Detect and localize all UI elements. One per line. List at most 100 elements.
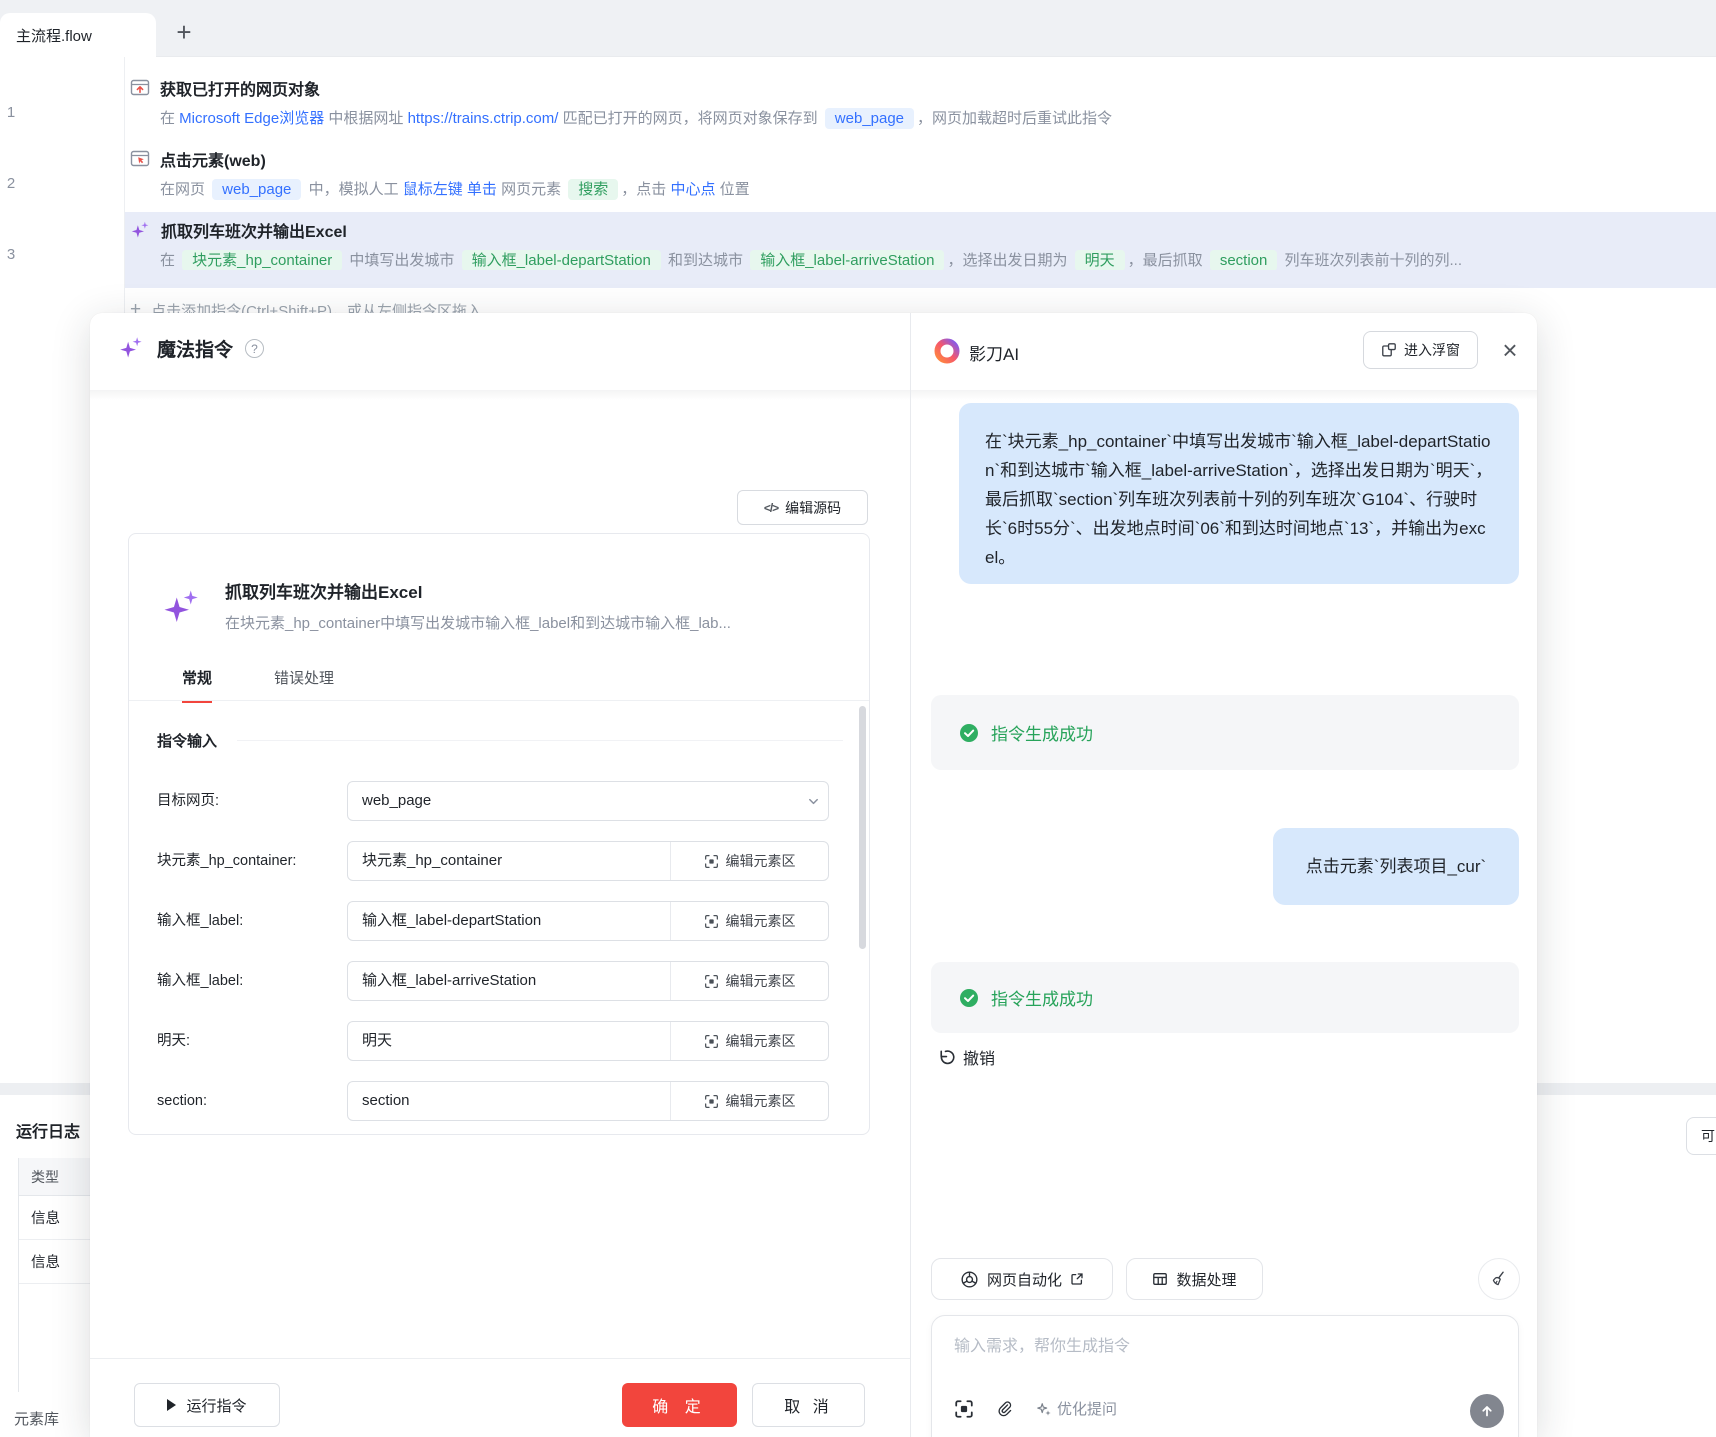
element-frame-icon	[704, 1034, 719, 1049]
confirm-button[interactable]: 确 定	[622, 1383, 737, 1427]
enter-float-window-button[interactable]: 进入浮窗	[1363, 331, 1478, 369]
element-pill[interactable]: 输入框_label-departStation	[462, 250, 661, 270]
edit-element-zone-button[interactable]: 编辑元素区	[670, 1082, 828, 1120]
tabs-divider	[129, 700, 869, 701]
broom-icon	[1490, 1270, 1508, 1288]
external-link-icon	[1070, 1272, 1084, 1286]
section-label: 指令输入	[157, 730, 217, 751]
send-button[interactable]	[1470, 1394, 1504, 1428]
run-log-title: 运行日志	[16, 1118, 80, 1142]
element-pill[interactable]: section	[1210, 250, 1278, 270]
click-element-icon	[130, 149, 150, 169]
plus-icon: +	[176, 17, 191, 48]
edit-element-zone-button[interactable]: 编辑元素区	[670, 962, 828, 1000]
element-frame-icon	[704, 854, 719, 869]
card-tabs: 常规 错误处理	[182, 667, 334, 703]
tomorrow-input[interactable]: 明天 编辑元素区	[347, 1021, 829, 1061]
card-header: 抓取列车班次并输出Excel 在块元素_hp_container中填写出发城市输…	[161, 578, 825, 633]
element-pill[interactable]: 明天	[1075, 250, 1125, 270]
optimize-question-button[interactable]: 优化提问	[1036, 1398, 1117, 1419]
open-webpage-icon	[130, 78, 150, 98]
step-1-desc: 在 Microsoft Edge浏览器 中根据网址 https://trains…	[160, 107, 1112, 128]
run-instruction-button[interactable]: 运行指令	[134, 1383, 280, 1427]
web-automation-button[interactable]: 网页自动化	[931, 1258, 1113, 1300]
block-element-input[interactable]: 块元素_hp_container 编辑元素区	[347, 841, 829, 881]
play-icon	[167, 1399, 176, 1411]
card-scrollbar[interactable]	[859, 706, 866, 949]
card-title: 抓取列车班次并输出Excel	[225, 578, 825, 603]
line-number-3: 3	[0, 246, 22, 263]
flow-step-2[interactable]: 点击元素(web) 在网页 web_page 中，模拟人工 鼠标左键 单击 网页…	[130, 147, 750, 199]
help-icon[interactable]: ?	[245, 339, 264, 358]
undo-icon	[936, 1048, 955, 1067]
capture-element-icon[interactable]	[954, 1399, 974, 1419]
app-window: 主流程.flow + 1 2 3 获取已打开的网页对象 在 Microsoft …	[0, 0, 1716, 1437]
user-message-bubble: 点击元素`列表项目_cur`	[1273, 828, 1519, 905]
footer-divider	[90, 1358, 910, 1359]
cancel-button[interactable]: 取 消	[752, 1383, 865, 1427]
ai-header: 影刀AI 进入浮窗 ×	[911, 313, 1537, 390]
element-frame-icon	[704, 914, 719, 929]
field-label-depart-input: 输入框_label:	[157, 901, 243, 941]
chrome-icon	[960, 1270, 979, 1289]
arrive-station-input[interactable]: 输入框_label-arriveStation 编辑元素区	[347, 961, 829, 1001]
step-2-desc: 在网页 web_page 中，模拟人工 鼠标左键 单击 网页元素 搜索，点击 中…	[160, 178, 750, 199]
data-processing-button[interactable]: 数据处理	[1126, 1258, 1263, 1300]
gutter-divider	[124, 57, 125, 313]
instruction-card: 抓取列车班次并输出Excel 在块元素_hp_container中填写出发城市输…	[128, 533, 870, 1135]
flow-step-3[interactable]: 抓取列车班次并输出Excel 在 块元素_hp_container 中填写出发城…	[130, 218, 1716, 270]
sparkle-icon	[1036, 1401, 1052, 1417]
target-page-select[interactable]: web_page	[347, 781, 829, 821]
edit-element-zone-button[interactable]: 编辑元素区	[670, 1022, 828, 1060]
edit-element-zone-button[interactable]: 编辑元素区	[670, 902, 828, 940]
tab-label: 主流程.flow	[16, 25, 92, 46]
chevron-down-icon	[798, 782, 828, 820]
clipped-toolbar-button[interactable]: 可	[1686, 1117, 1716, 1155]
code-icon: </>	[764, 501, 778, 515]
step-title: 点击元素(web)	[160, 147, 266, 171]
element-pill[interactable]: 输入框_label-arriveStation	[750, 250, 944, 270]
yingdao-ai-logo	[933, 337, 961, 365]
element-pill[interactable]: 搜索	[568, 179, 618, 200]
position-link[interactable]: 中心点	[670, 181, 715, 198]
mouse-action-link[interactable]: 鼠标左键 单击	[403, 181, 497, 198]
depart-station-input[interactable]: 输入框_label-departStation 编辑元素区	[347, 901, 829, 941]
tab-error-handling[interactable]: 错误处理	[274, 667, 334, 703]
check-circle-icon	[959, 988, 979, 1008]
ai-title: 影刀AI	[969, 340, 1019, 365]
ai-input-box: 优化提问	[931, 1315, 1519, 1437]
arrow-up-icon	[1479, 1403, 1495, 1419]
ai-prompt-input[interactable]	[954, 1332, 1498, 1384]
line-number-1: 1	[0, 104, 22, 121]
element-library-label[interactable]: 元素库	[14, 1408, 59, 1429]
line-number-2: 2	[0, 175, 22, 192]
tab-main-flow[interactable]: 主流程.flow	[0, 13, 156, 57]
step-2-title-row: 点击元素(web)	[130, 147, 750, 171]
paperclip-icon[interactable]	[996, 1400, 1014, 1418]
tab-general[interactable]: 常规	[182, 667, 212, 703]
card-subtitle: 在块元素_hp_container中填写出发城市输入框_label和到达城市输入…	[225, 612, 825, 633]
element-frame-icon	[704, 974, 719, 989]
element-pill[interactable]: 块元素_hp_container	[182, 250, 342, 270]
new-tab-button[interactable]: +	[168, 16, 200, 48]
status-success-2: 指令生成成功	[931, 962, 1519, 1033]
flow-step-1[interactable]: 获取已打开的网页对象 在 Microsoft Edge浏览器 中根据网址 htt…	[130, 76, 1112, 128]
browser-link[interactable]: Microsoft Edge浏览器	[179, 110, 324, 127]
section-input[interactable]: section 编辑元素区	[347, 1081, 829, 1121]
check-circle-icon	[959, 723, 979, 743]
edit-source-button[interactable]: </> 编辑源码	[737, 490, 868, 525]
magic-sparkle-icon	[130, 220, 151, 241]
url-link[interactable]: https://trains.ctrip.com/	[408, 110, 559, 127]
step-3-title-row: 抓取列车班次并输出Excel	[130, 218, 1716, 242]
field-label-arrive-input: 输入框_label:	[157, 961, 243, 1001]
step-1-title-row: 获取已打开的网页对象	[130, 76, 1112, 100]
undo-button[interactable]: 撤销	[936, 1045, 995, 1069]
variable-pill[interactable]: web_page	[212, 179, 301, 200]
close-icon[interactable]: ×	[1495, 333, 1525, 367]
magic-sparkle-icon	[161, 582, 203, 633]
variable-pill[interactable]: web_page	[825, 108, 914, 129]
magic-command-pane: 魔法指令 ? </> 编辑源码 抓取列车班次并输出Excel 在块元素_hp_c…	[90, 313, 910, 1437]
magic-command-header: 魔法指令 ?	[118, 335, 264, 362]
edit-element-zone-button[interactable]: 编辑元素区	[670, 842, 828, 880]
clear-chat-button[interactable]	[1478, 1258, 1520, 1300]
